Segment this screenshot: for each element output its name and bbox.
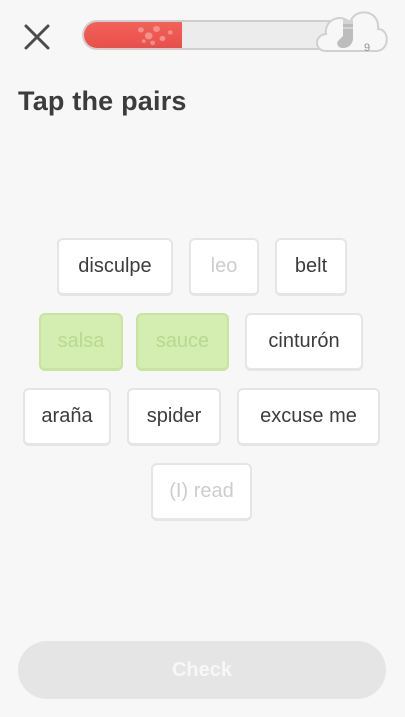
page-title: Tap the pairs <box>18 86 187 116</box>
tile-excuse-me[interactable]: excuse me <box>237 388 380 446</box>
progress-fill <box>84 22 183 48</box>
tile-spider[interactable]: spider <box>127 388 221 446</box>
tile-salsa: salsa <box>39 313 123 371</box>
close-x-icon <box>24 24 50 50</box>
tile-belt[interactable]: belt <box>275 238 347 296</box>
tile-sauce: sauce <box>136 313 229 371</box>
tile-disculpe[interactable]: disculpe <box>57 238 173 296</box>
tile-arana[interactable]: araña <box>23 388 111 446</box>
check-button[interactable]: Check <box>18 641 386 699</box>
sock-icon <box>337 20 353 48</box>
top-bar: 9 <box>0 0 405 80</box>
tile-cinturon[interactable]: cinturón <box>245 313 363 371</box>
close-button[interactable] <box>20 20 54 54</box>
tile-i-read[interactable]: (I) read <box>151 463 252 521</box>
tile-leo[interactable]: leo <box>189 238 259 296</box>
progress-bar <box>82 20 344 50</box>
streak-count: 9 <box>364 42 371 54</box>
